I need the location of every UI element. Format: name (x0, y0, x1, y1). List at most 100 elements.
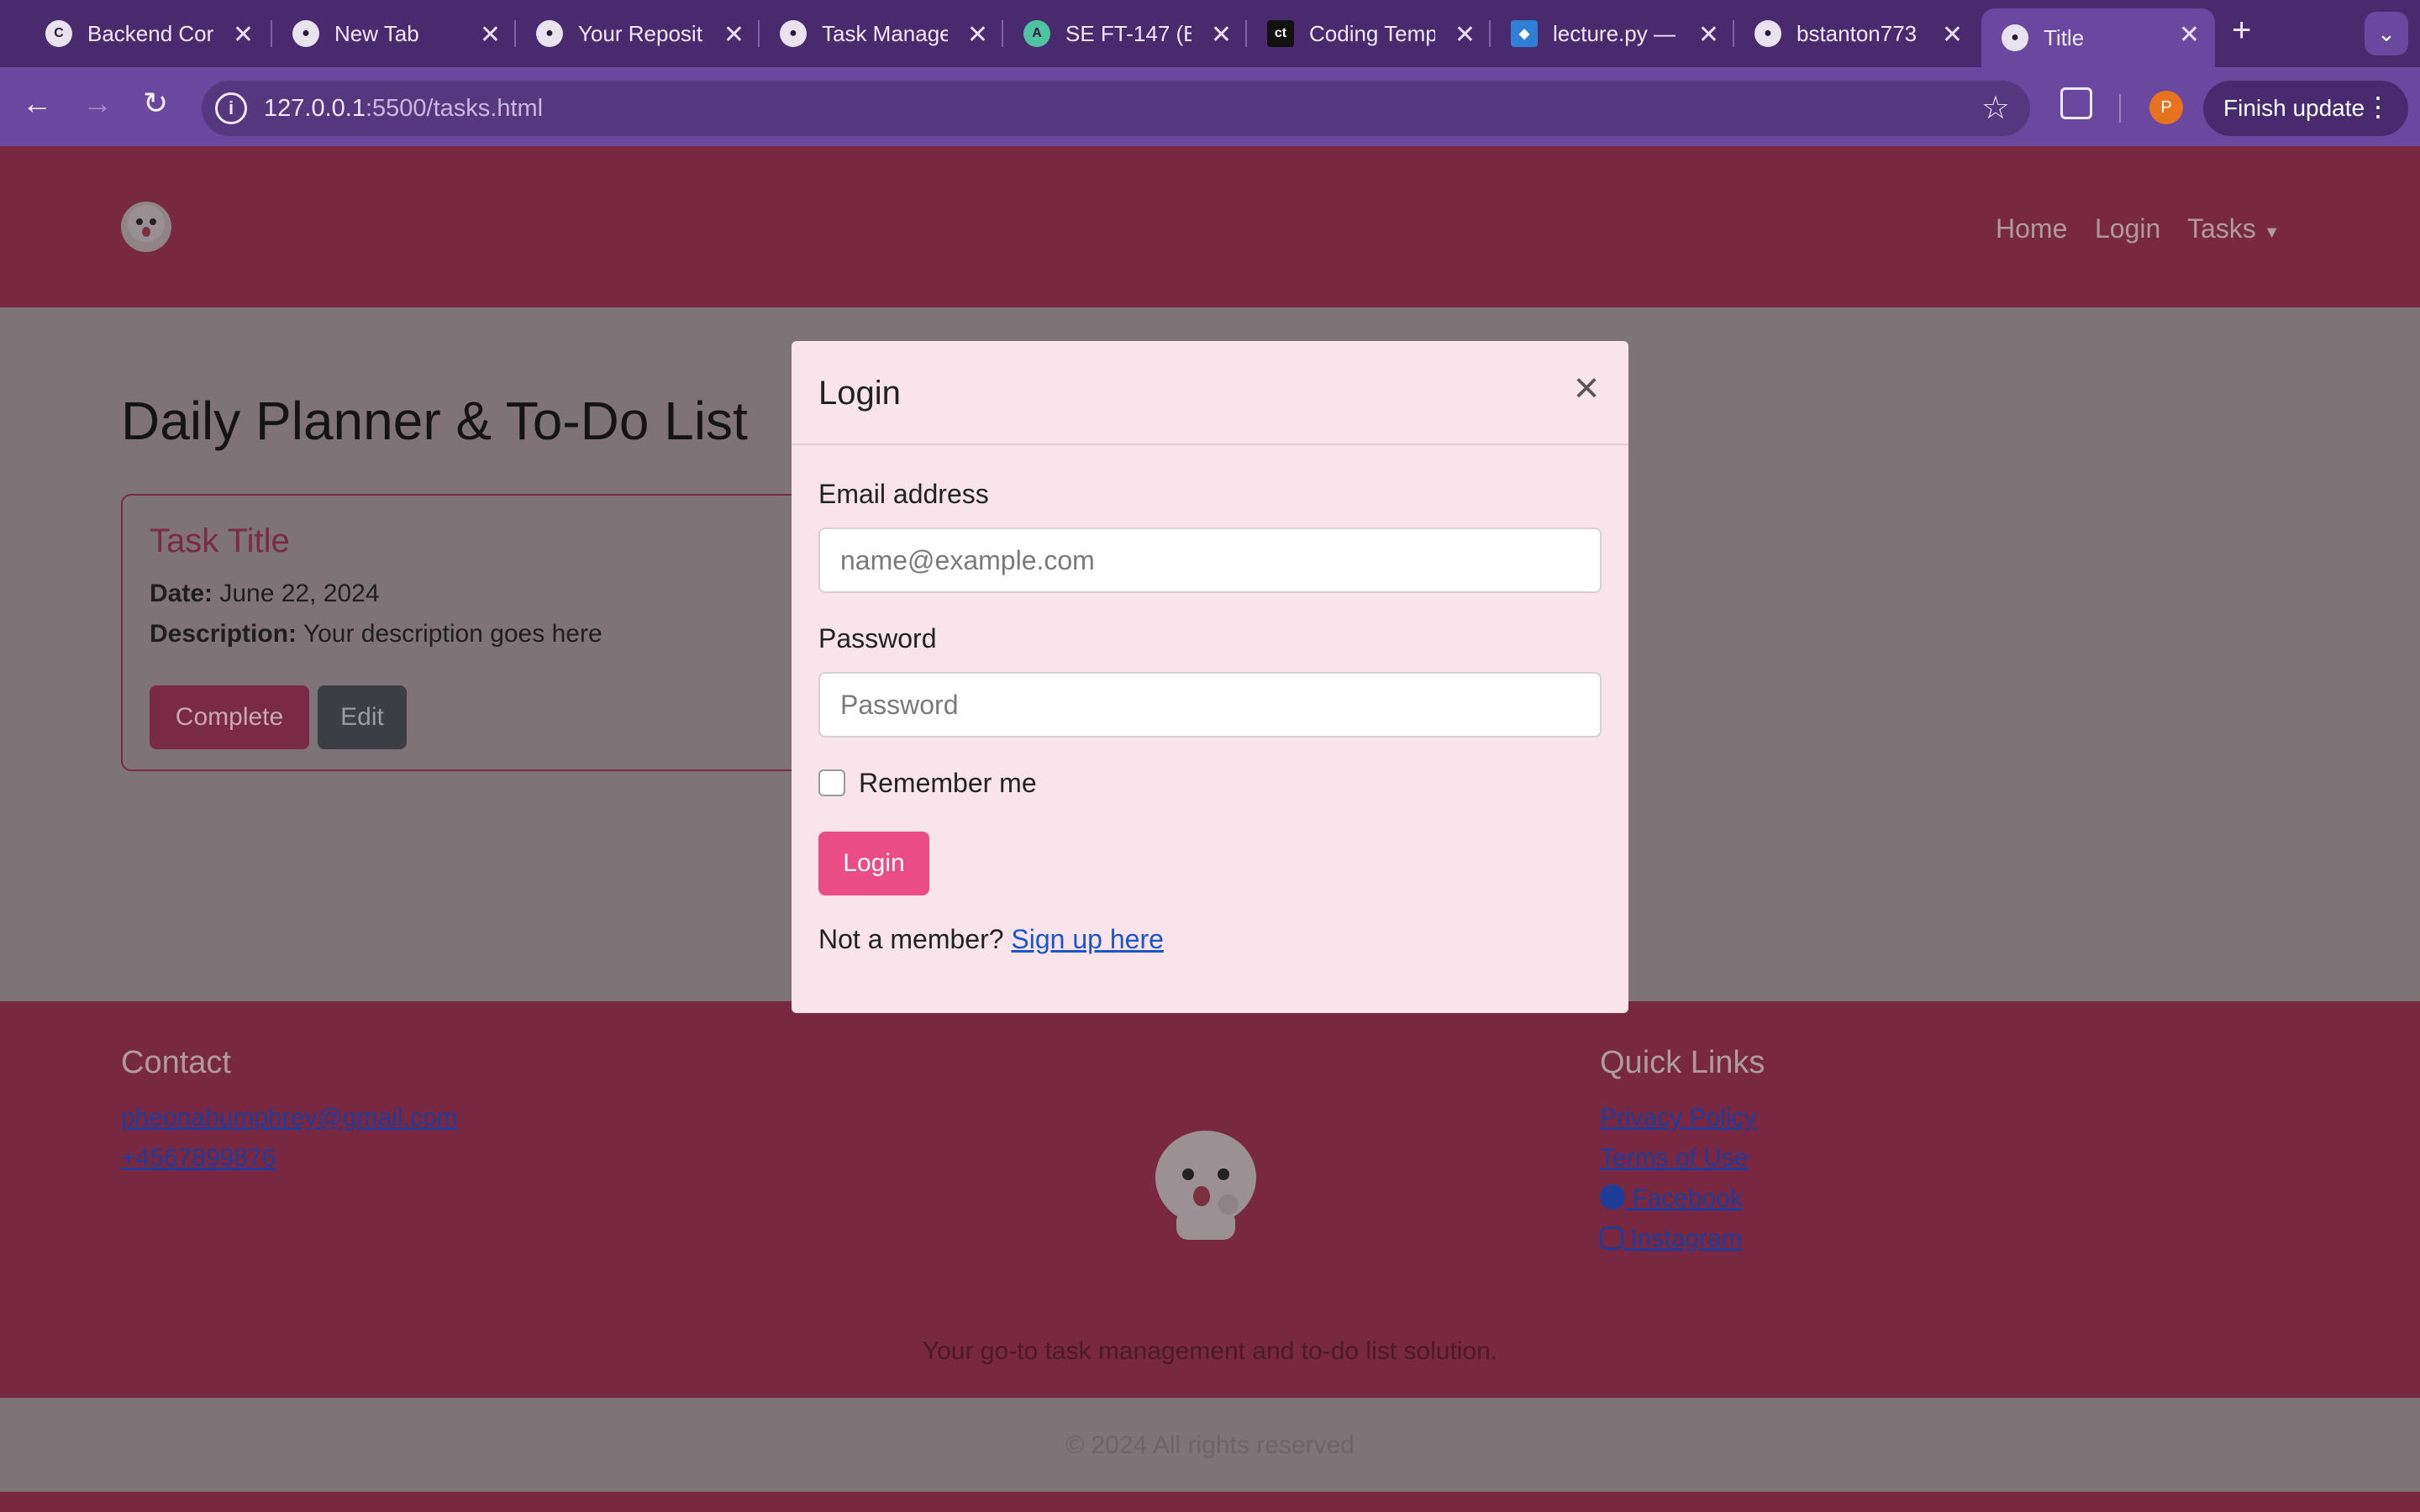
close-tab-icon[interactable]: ✕ (2179, 20, 2200, 50)
caret-down-icon: ▼ (2263, 223, 2281, 242)
contact-email-link[interactable]: pheonahumphrey@gmail.com (121, 1104, 458, 1132)
close-tab-icon[interactable]: ✕ (233, 20, 254, 50)
back-arrow-icon[interactable]: ← (22, 86, 52, 121)
tab-favicon-icon: ● (780, 20, 807, 47)
nav-tasks-label: Tasks (2187, 213, 2256, 244)
url-host: 127.0.0.1 (264, 95, 366, 122)
tab-search-chevron-icon[interactable]: ⌄ (2365, 12, 2408, 55)
task-description: Description: Your description goes here (150, 620, 602, 648)
tab-favicon-icon: ● (292, 20, 319, 47)
close-tab-icon[interactable]: ✕ (967, 20, 988, 50)
bookmark-star-icon[interactable]: ☆ (1981, 89, 2010, 127)
browser-tab-active[interactable]: ● Title ✕ (1981, 8, 2215, 67)
tab-title: Title (2044, 24, 2085, 50)
reload-icon[interactable]: ↻ (143, 86, 168, 121)
close-tab-icon[interactable]: ✕ (723, 20, 744, 50)
password-field[interactable] (818, 672, 1602, 738)
url-text[interactable]: 127.0.0.1:5500/tasks.html (264, 95, 543, 123)
privacy-policy-link[interactable]: Privacy Policy (1600, 1104, 1757, 1132)
close-tab-icon[interactable]: ✕ (1942, 20, 1963, 50)
page-title: Daily Planner & To-Do List (121, 391, 748, 451)
browser-tab[interactable]: A SE FT-147 (B ✕ (1003, 8, 1247, 59)
more-menu-icon[interactable]: ⋮ (2365, 91, 2391, 123)
complete-button[interactable]: Complete (150, 685, 309, 749)
login-modal: Login × Email address Password Remember … (792, 341, 1628, 1013)
copyright-text: © 2024 All rights reserved (1065, 1431, 1355, 1459)
tab-title: Task Manage (822, 20, 948, 46)
email-field[interactable] (818, 528, 1602, 593)
terms-of-use-link[interactable]: Terms of Use (1600, 1144, 1749, 1173)
tab-favicon-icon: ct (1267, 20, 1294, 47)
site-info-icon[interactable]: i (215, 92, 247, 124)
forward-arrow-icon[interactable]: → (82, 86, 113, 121)
tab-title: bstanton773 (1797, 20, 1918, 46)
description-value: Your description goes here (302, 620, 602, 648)
task-title: Task Title (150, 522, 290, 559)
close-tab-icon[interactable]: ✕ (1455, 20, 1476, 50)
browser-toolbar: ← → ↻ i 127.0.0.1:5500/tasks.html ☆ P Fi… (0, 67, 2420, 146)
remember-me-label[interactable]: Remember me (859, 768, 1037, 799)
edit-button[interactable]: Edit (318, 685, 407, 749)
nav-home[interactable]: Home (1996, 213, 2067, 244)
tab-favicon-icon: ◆ (1511, 20, 1538, 47)
browser-tab[interactable]: ● New Tab ✕ (272, 8, 516, 59)
browser-tab[interactable]: ct Coding Temp ✕ (1247, 8, 1491, 59)
tab-title: Coding Temp (1309, 20, 1435, 46)
toolbar-divider (2119, 94, 2121, 123)
password-label: Password (818, 623, 937, 654)
finish-update-button[interactable]: Finish update ⋮ (2203, 81, 2408, 136)
login-button[interactable]: Login (818, 832, 929, 895)
tab-favicon-icon: A (1023, 20, 1050, 47)
contact-phone-link[interactable]: +4567899876 (121, 1144, 276, 1173)
mascot-icon (128, 205, 165, 242)
tab-title: Backend Cor (87, 20, 213, 46)
tab-title: SE FT-147 (B (1065, 20, 1192, 46)
modal-header: Login × (792, 341, 1628, 445)
close-tab-icon[interactable]: ✕ (480, 20, 501, 50)
site-logo-mascot[interactable] (121, 202, 171, 252)
close-icon[interactable]: × (1568, 366, 1605, 410)
url-path: :5500/tasks.html (365, 95, 544, 122)
facebook-icon (1600, 1184, 1625, 1210)
nav-tasks-dropdown[interactable]: Tasks ▼ (2187, 213, 2280, 244)
new-tab-icon[interactable]: + (2232, 12, 2251, 50)
close-tab-icon[interactable]: ✕ (1698, 20, 1719, 50)
instagram-link[interactable]: Instagram (1600, 1225, 1743, 1253)
tab-favicon-icon: ● (2002, 24, 2028, 51)
tab-favicon-icon: ● (1754, 20, 1781, 47)
date-label: Date: (150, 580, 213, 607)
tab-title: Your Reposit (578, 20, 702, 46)
extensions-icon[interactable] (2060, 87, 2092, 119)
browser-tab[interactable]: C Backend Cor ✕ (25, 8, 269, 59)
site-footer: Contact pheonahumphrey@gmail.com +456789… (0, 1001, 2420, 1398)
signup-prompt: Not a member? Sign up here (818, 924, 1164, 955)
tab-title: lecture.py — (1553, 20, 1676, 46)
contact-heading: Contact (121, 1045, 231, 1080)
remember-me-checkbox[interactable] (818, 769, 845, 796)
instagram-label: Instagram (1630, 1225, 1743, 1252)
close-tab-icon[interactable]: ✕ (1211, 20, 1232, 50)
finish-update-label: Finish update (2223, 95, 2365, 121)
nav-login[interactable]: Login (2095, 213, 2160, 244)
signup-prefix: Not a member? (818, 924, 1004, 954)
profile-avatar[interactable]: P (2149, 91, 2183, 124)
tab-title: New Tab (334, 20, 419, 46)
site-header: Home Login Tasks ▼ (0, 146, 2420, 307)
browser-tab-bar: C Backend Cor ✕ ● New Tab ✕ ● Your Repos… (0, 0, 2420, 67)
copyright-bar: © 2024 All rights reserved (0, 1398, 2420, 1492)
browser-tab[interactable]: ● Task Manage ✕ (760, 8, 1003, 59)
browser-tab[interactable]: ● bstanton773 ✕ (1734, 8, 1978, 59)
quick-links-heading: Quick Links (1600, 1045, 1765, 1080)
address-bar[interactable]: i 127.0.0.1:5500/tasks.html ☆ (202, 81, 2030, 136)
browser-tab[interactable]: ● Your Reposit ✕ (516, 8, 760, 59)
facebook-label: Facebook (1632, 1184, 1744, 1212)
signup-link[interactable]: Sign up here (1011, 924, 1163, 954)
modal-title: Login (818, 375, 901, 412)
email-label: Email address (818, 479, 989, 509)
date-value: June 22, 2024 (219, 580, 380, 607)
facebook-link[interactable]: Facebook (1600, 1184, 1743, 1213)
bottom-band (0, 1492, 2420, 1512)
task-date: Date: June 22, 2024 (150, 580, 380, 608)
instagram-icon (1600, 1226, 1623, 1250)
browser-tab[interactable]: ◆ lecture.py — ✕ (1491, 8, 1734, 59)
